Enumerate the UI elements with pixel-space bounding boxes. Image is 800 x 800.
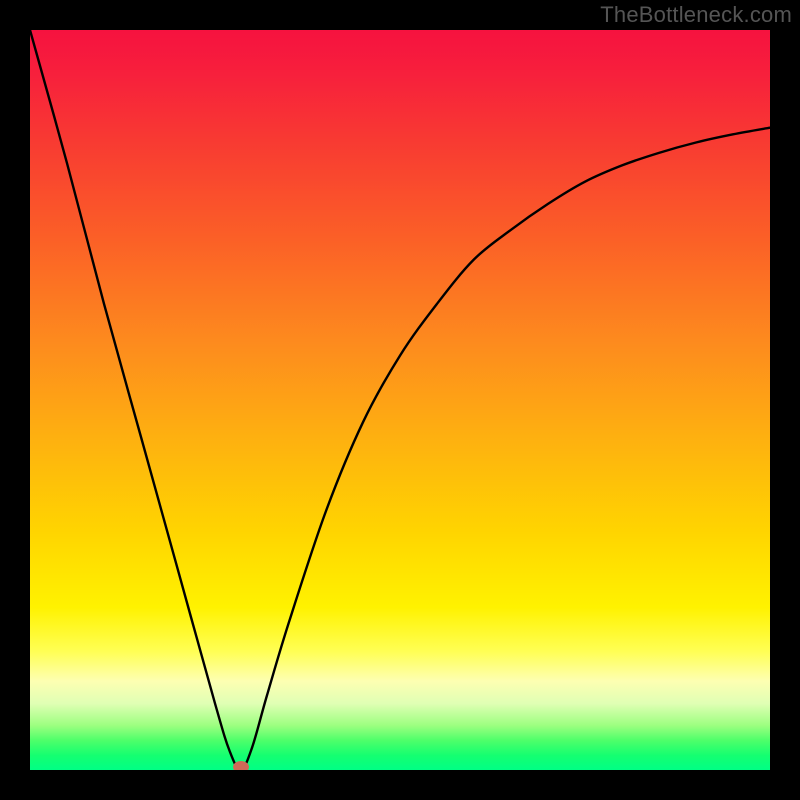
watermark-text: TheBottleneck.com (600, 2, 792, 28)
plot-area (30, 30, 770, 770)
chart-frame: TheBottleneck.com (0, 0, 800, 800)
minimum-point-marker (233, 761, 249, 770)
bottleneck-curve (30, 30, 770, 770)
